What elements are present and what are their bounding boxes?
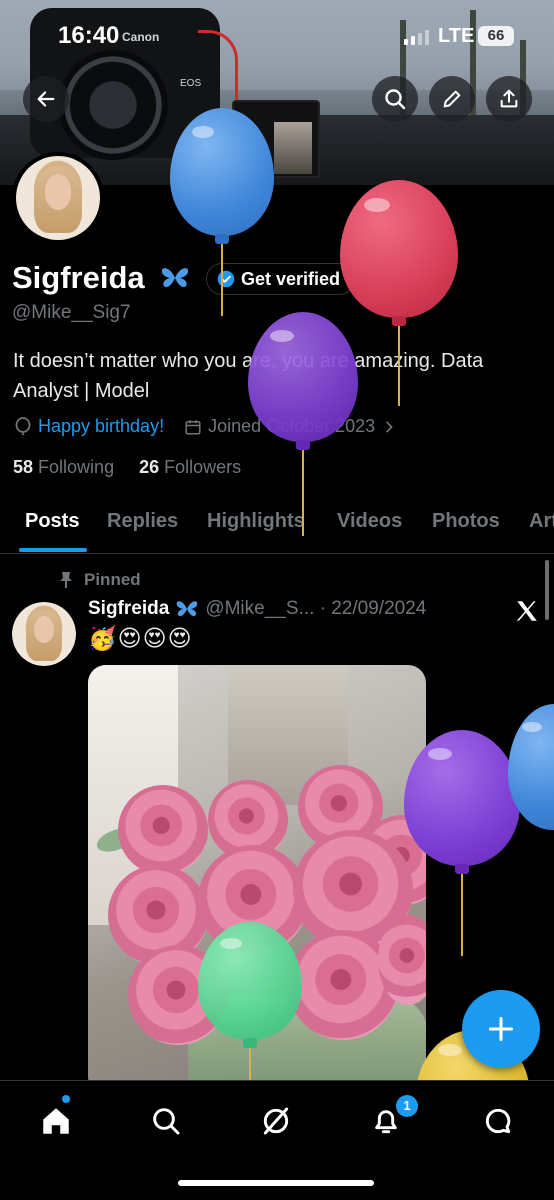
home-unread-dot	[62, 1095, 70, 1103]
notifications-badge: 1	[396, 1095, 418, 1117]
share-button[interactable]	[486, 76, 532, 122]
balloon-purple	[248, 312, 358, 538]
post-text: 🥳😍😍😍	[88, 625, 193, 651]
search-button[interactable]	[372, 76, 418, 122]
post-meta: @Mike__S... · 22/09/2024	[205, 598, 427, 619]
butterfly-icon	[176, 601, 198, 617]
post-header: Sigfreida @Mike__S... · 22/09/2024	[88, 598, 426, 620]
share-icon	[500, 89, 518, 108]
network-label: LTE	[438, 25, 475, 47]
battery-icon: 66	[478, 26, 514, 46]
status-time: 16:40	[58, 22, 120, 49]
compose-post-button[interactable]	[462, 990, 540, 1068]
search-icon	[385, 89, 406, 110]
active-tab-indicator	[19, 548, 87, 552]
image-rose	[118, 785, 208, 875]
balloon-blue	[508, 704, 554, 844]
status-bar: 16:40 LTE 66	[0, 0, 554, 70]
nav-grok[interactable]	[256, 1101, 296, 1141]
nav-home[interactable]	[36, 1101, 76, 1141]
profile-handle: @Mike__Sig7	[12, 302, 131, 323]
home-indicator[interactable]	[178, 1180, 374, 1186]
post-author-name[interactable]: Sigfreida	[88, 598, 169, 620]
balloon-icon	[15, 416, 31, 435]
plus-icon	[488, 1016, 514, 1042]
pencil-icon	[443, 90, 461, 108]
back-arrow-icon	[37, 91, 55, 107]
message-icon	[485, 1108, 511, 1134]
pin-icon	[60, 572, 72, 588]
post-avatar-image	[12, 602, 76, 666]
birthday-link[interactable]: Happy birthday!	[38, 416, 164, 437]
signal-icon	[404, 30, 429, 45]
tab-articles[interactable]: Art	[529, 510, 554, 533]
chevron-right-icon[interactable]	[381, 419, 397, 435]
avatar-image	[16, 156, 100, 240]
grok-icon	[263, 1107, 289, 1135]
balloon-green	[198, 922, 302, 1082]
scrollbar[interactable]	[545, 560, 549, 620]
tab-posts[interactable]: Posts	[25, 510, 79, 533]
search-icon	[153, 1108, 180, 1135]
following-link[interactable]: 58 Following	[13, 457, 114, 477]
x-logo-icon[interactable]	[514, 598, 540, 624]
follow-counts: 58 Following 26 Followers	[13, 457, 241, 478]
post-avatar[interactable]	[12, 602, 76, 666]
calendar-icon	[185, 419, 201, 434]
back-button[interactable]	[23, 76, 69, 122]
tab-replies[interactable]: Replies	[107, 510, 178, 533]
tab-photos[interactable]: Photos	[432, 510, 500, 533]
profile-avatar[interactable]	[12, 152, 104, 244]
nav-search[interactable]	[146, 1101, 186, 1141]
pinned-label: Pinned	[58, 570, 141, 590]
profile-name: Sigfreida	[12, 260, 145, 295]
balloon-blue	[170, 108, 274, 318]
followers-link[interactable]: 26 Followers	[139, 457, 241, 477]
balloon-purple	[404, 730, 520, 958]
edit-button[interactable]	[429, 76, 475, 122]
phone-screen	[274, 122, 312, 174]
nav-messages[interactable]	[478, 1101, 518, 1141]
home-icon	[43, 1108, 69, 1134]
